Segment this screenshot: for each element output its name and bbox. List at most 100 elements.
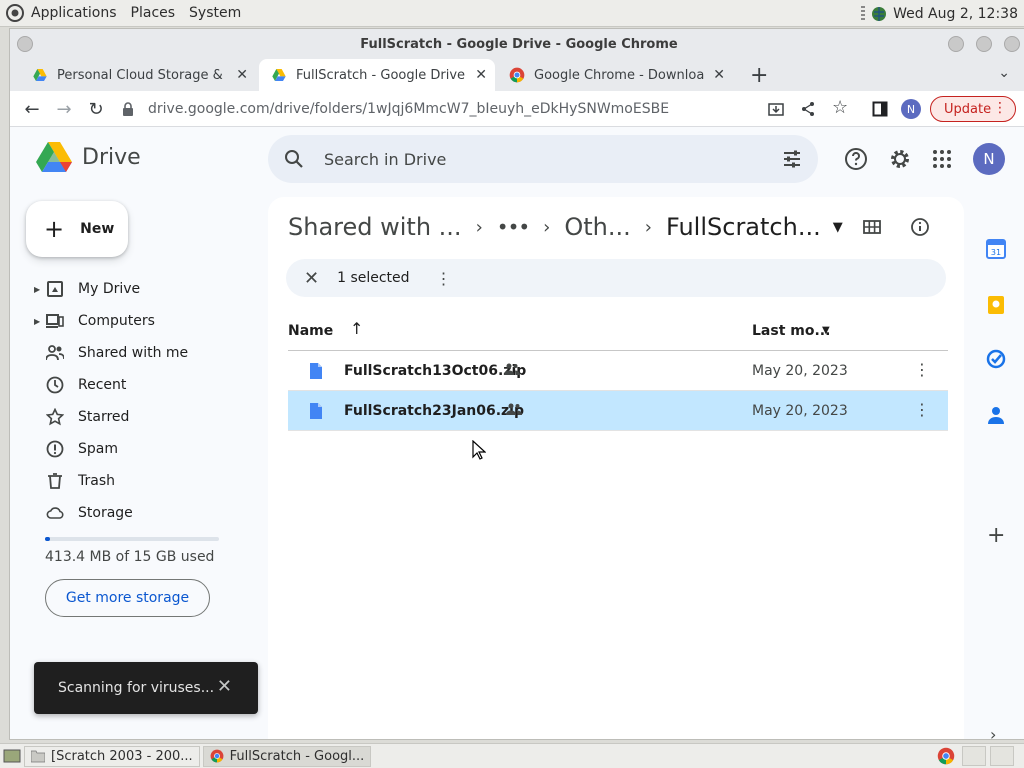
window-titlebar[interactable]: FullScratch - Google Drive - Google Chro… xyxy=(10,29,1024,59)
sidebar-item-my-drive[interactable]: ▶ My Drive xyxy=(30,273,260,305)
chrome-tray-icon[interactable] xyxy=(937,747,955,765)
install-app-icon[interactable] xyxy=(768,101,784,117)
column-modified-header[interactable]: Last mo... xyxy=(752,323,830,339)
file-more-actions-icon[interactable]: ⋮ xyxy=(914,400,930,419)
settings-gear-icon[interactable] xyxy=(888,147,912,171)
apps-grid-icon[interactable] xyxy=(930,147,954,171)
workspace-1[interactable] xyxy=(962,746,986,766)
menu-system[interactable]: System xyxy=(189,5,241,21)
table-row[interactable]: FullScratch23Jan06.zip May 20, 2023 ⋮ xyxy=(288,391,948,431)
sidebar-item-spam[interactable]: Spam xyxy=(30,433,260,465)
drive-logo-icon xyxy=(36,142,72,172)
lock-icon[interactable] xyxy=(122,102,134,116)
new-button[interactable]: + New xyxy=(26,201,128,257)
search-input[interactable]: Search in Drive xyxy=(324,150,446,169)
search-options-icon[interactable] xyxy=(782,149,802,169)
taskbar-item-scratch-folder[interactable]: [Scratch 2003 - 200... xyxy=(24,745,200,767)
sidebar-item-computers[interactable]: ▶ Computers xyxy=(30,305,260,337)
people-icon xyxy=(46,345,64,361)
plus-icon: + xyxy=(44,215,65,243)
file-modified-date: May 20, 2023 xyxy=(752,403,848,419)
update-button[interactable]: Update ⋮ xyxy=(930,96,1016,122)
maximize-icon[interactable] xyxy=(976,36,992,52)
search-box[interactable]: Search in Drive xyxy=(268,135,818,183)
star-icon xyxy=(46,408,64,426)
workspace-2[interactable] xyxy=(990,746,1014,766)
folder-icon xyxy=(31,750,45,763)
sidebar-item-label: Recent xyxy=(78,377,127,393)
file-modified-date: May 20, 2023 xyxy=(752,363,848,379)
forward-icon[interactable]: → xyxy=(54,99,74,120)
hide-side-panel-icon[interactable]: › xyxy=(990,725,996,744)
tab-personal-cloud-storage[interactable]: Personal Cloud Storage & File ✕ xyxy=(20,59,256,91)
breadcrumb-current-folder[interactable]: FullScratch... xyxy=(666,213,821,241)
expand-caret-icon[interactable]: ▶ xyxy=(34,285,40,294)
search-icon[interactable] xyxy=(284,149,304,169)
chevron-right-icon: › xyxy=(644,216,652,238)
chevron-down-icon[interactable]: ▼ xyxy=(822,325,830,336)
new-tab-icon[interactable]: + xyxy=(750,63,768,88)
side-panel-icon[interactable] xyxy=(872,101,888,117)
contacts-icon[interactable] xyxy=(986,405,1006,425)
bookmark-star-icon[interactable]: ☆ xyxy=(832,97,848,118)
clock[interactable]: Wed Aug 2, 12:38 xyxy=(893,6,1018,22)
sidebar-item-label: Starred xyxy=(78,409,130,425)
clear-selection-icon[interactable]: ✕ xyxy=(304,268,319,289)
close-tab-icon[interactable]: ✕ xyxy=(475,67,487,83)
sidebar-item-storage[interactable]: Storage xyxy=(30,497,260,529)
sidebar-item-shared-with-me[interactable]: Shared with me xyxy=(30,337,260,369)
close-window-icon[interactable] xyxy=(1004,36,1020,52)
reload-icon[interactable]: ↻ xyxy=(86,99,106,120)
close-toast-icon[interactable]: ✕ xyxy=(217,676,232,697)
tasks-icon[interactable] xyxy=(986,349,1006,369)
file-name[interactable]: FullScratch13Oct06.zip xyxy=(344,363,526,379)
profile-avatar[interactable]: N xyxy=(901,99,921,119)
close-tab-icon[interactable]: ✕ xyxy=(236,67,248,83)
expand-caret-icon[interactable]: ▶ xyxy=(34,317,40,326)
table-row[interactable]: FullScratch13Oct06.zip May 20, 2023 ⋮ xyxy=(288,351,948,391)
sidebar-item-trash[interactable]: Trash xyxy=(30,465,260,497)
sidebar-item-recent[interactable]: Recent xyxy=(30,369,260,401)
toast-message: Scanning for viruses... xyxy=(58,680,215,696)
minimize-icon[interactable] xyxy=(948,36,964,52)
keep-icon[interactable] xyxy=(986,295,1006,315)
get-add-ons-icon[interactable]: + xyxy=(987,523,1005,548)
breadcrumb-shared-with-me[interactable]: Shared with ... xyxy=(288,213,462,241)
sidebar-item-starred[interactable]: Starred xyxy=(30,401,260,433)
account-avatar[interactable]: N xyxy=(973,143,1005,175)
taskbar-item-label: FullScratch - Googl... xyxy=(229,748,365,764)
file-name[interactable]: FullScratch23Jan06.zip xyxy=(344,403,524,419)
mouse-cursor-icon xyxy=(472,440,486,460)
show-desktop-icon[interactable] xyxy=(3,748,21,764)
window-menu-icon[interactable] xyxy=(17,36,33,52)
back-icon[interactable]: ← xyxy=(22,99,42,120)
menu-places[interactable]: Places xyxy=(131,5,176,21)
tab-fullscratch-drive[interactable]: FullScratch - Google Drive ✕ xyxy=(259,59,495,91)
gnome-foot-icon[interactable] xyxy=(5,3,25,23)
sidebar-item-label: Shared with me xyxy=(78,345,189,361)
trash-icon xyxy=(48,473,62,489)
tab-chrome-download[interactable]: Google Chrome - Download th ✕ xyxy=(497,59,733,91)
details-info-icon[interactable] xyxy=(910,217,930,237)
get-more-storage-button[interactable]: Get more storage xyxy=(45,579,210,617)
sidebar-item-label: Storage xyxy=(78,505,133,521)
calendar-icon[interactable]: 31 xyxy=(986,239,1006,259)
tab-search-icon[interactable]: ⌄ xyxy=(998,65,1010,81)
grid-view-icon[interactable] xyxy=(862,217,882,237)
selection-more-actions-icon[interactable]: ⋮ xyxy=(436,269,452,288)
sort-ascending-icon[interactable]: ↑ xyxy=(350,319,363,338)
drive-logo[interactable]: Drive xyxy=(36,141,141,173)
breadcrumb-other[interactable]: Oth... xyxy=(564,213,630,241)
file-more-actions-icon[interactable]: ⋮ xyxy=(914,360,930,379)
taskbar-item-chrome[interactable]: FullScratch - Googl... xyxy=(202,745,372,767)
column-name-header[interactable]: Name xyxy=(288,323,333,339)
chrome-menu-icon[interactable]: ⋮ xyxy=(993,100,1007,116)
folder-menu-caret-icon[interactable]: ▼ xyxy=(833,220,843,235)
share-icon[interactable] xyxy=(800,101,816,117)
breadcrumb-more-icon[interactable]: ••• xyxy=(497,215,530,239)
storage-usage-bar xyxy=(45,537,219,541)
menu-applications[interactable]: Applications xyxy=(31,5,117,21)
help-icon[interactable] xyxy=(844,147,868,171)
network-globe-icon[interactable] xyxy=(871,6,887,22)
close-tab-icon[interactable]: ✕ xyxy=(713,67,725,83)
